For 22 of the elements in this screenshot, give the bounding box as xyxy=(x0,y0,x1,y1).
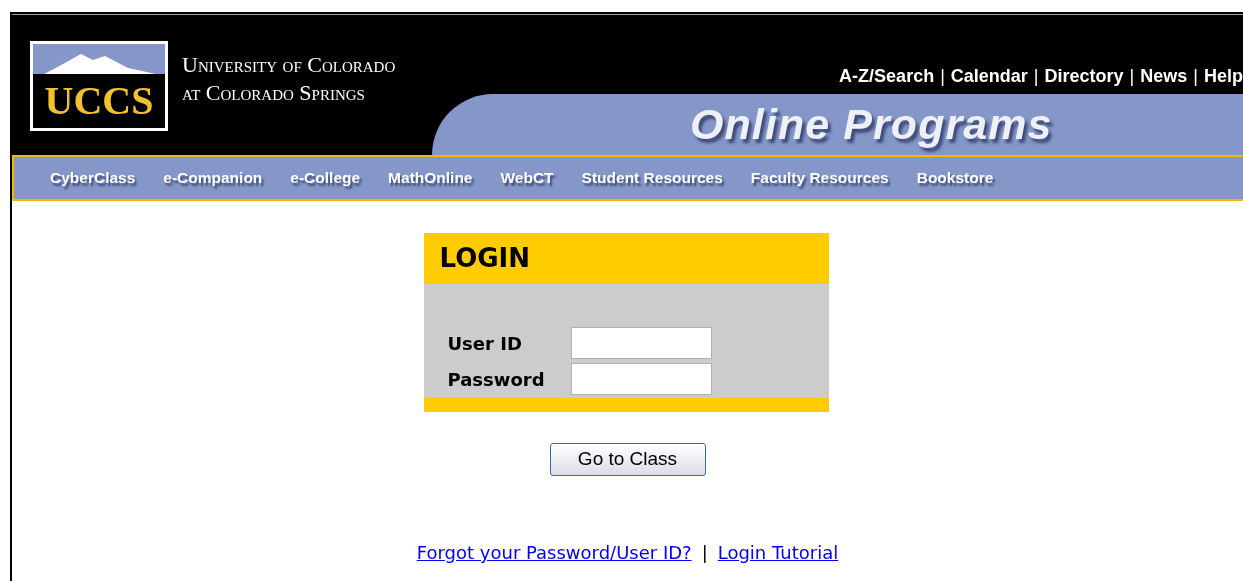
university-name: at Colorado Springs xyxy=(182,79,366,107)
banner-title: Online Programs xyxy=(690,103,1053,146)
top-link[interactable]: News xyxy=(1140,63,1188,90)
input-field[interactable] xyxy=(570,327,712,359)
field-label: User ID xyxy=(446,331,523,356)
footer-link[interactable]: Forgot your Password/User ID? xyxy=(416,539,692,566)
top-link[interactable]: Calendar xyxy=(950,63,1028,90)
university-name: University of Colorado xyxy=(182,51,396,79)
top-link[interactable]: Help xyxy=(1204,63,1243,90)
link-separator: | xyxy=(700,541,709,565)
link-separator: | xyxy=(1128,65,1136,88)
top-link[interactable]: Directory xyxy=(1044,63,1124,90)
footer-link[interactable]: Login Tutorial xyxy=(717,539,839,566)
login-title: LOGIN xyxy=(439,242,531,275)
logo-text: UCCS xyxy=(33,74,165,128)
link-separator: | xyxy=(939,65,946,88)
link-separator: | xyxy=(1032,65,1040,88)
link-separator: | xyxy=(1192,65,1199,88)
go-to-class-button[interactable]: Go to Class xyxy=(549,443,706,476)
top-link[interactable]: A-Z/Search xyxy=(839,63,935,90)
input-field[interactable] xyxy=(570,363,712,395)
field-label: Password xyxy=(446,367,546,392)
